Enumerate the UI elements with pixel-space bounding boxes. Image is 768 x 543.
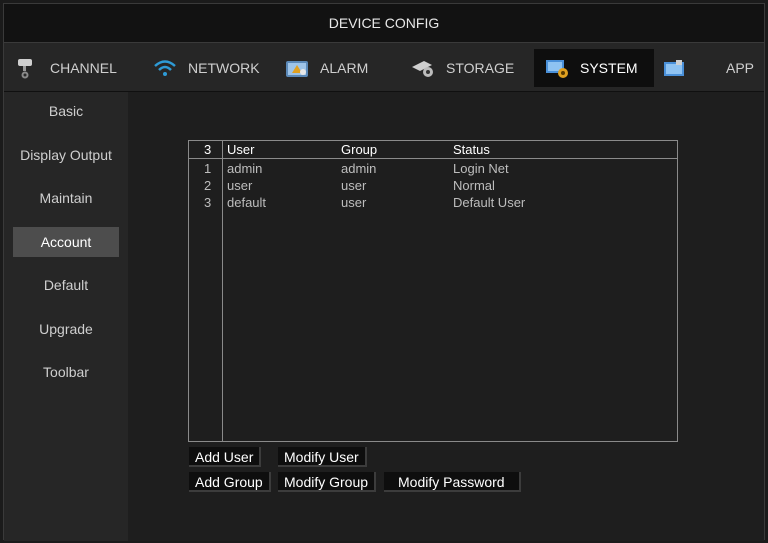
row-status: Default User xyxy=(453,195,526,210)
user-count-header: 3 xyxy=(204,142,212,157)
table-row[interactable]: 2 user user Normal xyxy=(189,177,677,194)
row-number: 3 xyxy=(204,195,212,210)
user-table[interactable]: 3 User Group Status 1 admin admin Login … xyxy=(188,140,678,442)
modify-user-button[interactable]: Modify User xyxy=(278,447,367,467)
row-user: user xyxy=(227,178,253,193)
tab-channel[interactable]: CHANNEL xyxy=(14,49,117,87)
tab-system-label: SYSTEM xyxy=(580,60,638,76)
storage-icon xyxy=(410,57,436,79)
status-column-header[interactable]: Status xyxy=(453,141,490,158)
row-group: user xyxy=(341,195,367,210)
sidebar-item-upgrade[interactable]: Upgrade xyxy=(4,314,128,344)
account-panel: 3 User Group Status 1 admin admin Login … xyxy=(128,92,764,541)
header-divider xyxy=(189,158,677,159)
row-user: admin xyxy=(227,161,263,176)
tab-network[interactable]: NETWORK xyxy=(152,49,260,87)
row-user: default xyxy=(227,195,267,210)
tab-system[interactable]: SYSTEM xyxy=(534,49,654,87)
tab-app[interactable]: APP xyxy=(662,49,754,87)
tab-app-label: APP xyxy=(726,60,755,76)
tab-channel-label: CHANNEL xyxy=(50,60,117,76)
row-number: 2 xyxy=(204,178,212,193)
app-icon xyxy=(662,57,688,79)
tab-storage-label: STORAGE xyxy=(446,60,515,76)
device-config-window: DEVICE CONFIG CHANNEL NETWORK ALARM STOR… xyxy=(3,3,765,541)
system-icon xyxy=(544,57,570,79)
wifi-icon xyxy=(152,57,178,79)
modify-password-button[interactable]: Modify Password xyxy=(384,472,521,492)
sidebar-item-maintain[interactable]: Maintain xyxy=(4,183,128,213)
add-group-button[interactable]: Add Group xyxy=(189,472,271,492)
alarm-icon xyxy=(284,57,310,79)
tab-network-label: NETWORK xyxy=(188,60,260,76)
table-row[interactable]: 3 default user Default User xyxy=(189,194,677,211)
settings-sidebar: Basic Display Output Maintain Account De… xyxy=(4,92,128,541)
row-group: user xyxy=(341,178,367,193)
sidebar-item-display-output[interactable]: Display Output xyxy=(4,140,128,170)
tab-alarm[interactable]: ALARM xyxy=(284,49,368,87)
sidebar-item-toolbar[interactable]: Toolbar xyxy=(4,357,128,387)
row-status: Login Net xyxy=(453,161,509,176)
row-status: Normal xyxy=(453,178,495,193)
group-column-header[interactable]: Group xyxy=(341,141,377,158)
user-column-header[interactable]: User xyxy=(227,141,254,158)
tab-storage[interactable]: STORAGE xyxy=(410,49,514,87)
sidebar-item-default[interactable]: Default xyxy=(4,270,128,300)
sidebar-item-basic[interactable]: Basic xyxy=(4,96,128,126)
sidebar-item-account[interactable]: Account xyxy=(13,227,119,257)
row-group: admin xyxy=(341,161,377,176)
tab-alarm-label: ALARM xyxy=(320,60,369,76)
row-number: 1 xyxy=(204,161,212,176)
modify-group-button[interactable]: Modify Group xyxy=(278,472,377,492)
main-tab-bar: CHANNEL NETWORK ALARM STORAGE SYSTEM APP xyxy=(4,42,764,92)
add-user-button[interactable]: Add User xyxy=(189,447,262,467)
table-row[interactable]: 1 admin admin Login Net xyxy=(189,160,677,177)
window-title: DEVICE CONFIG xyxy=(4,4,764,42)
camera-icon xyxy=(14,57,40,79)
